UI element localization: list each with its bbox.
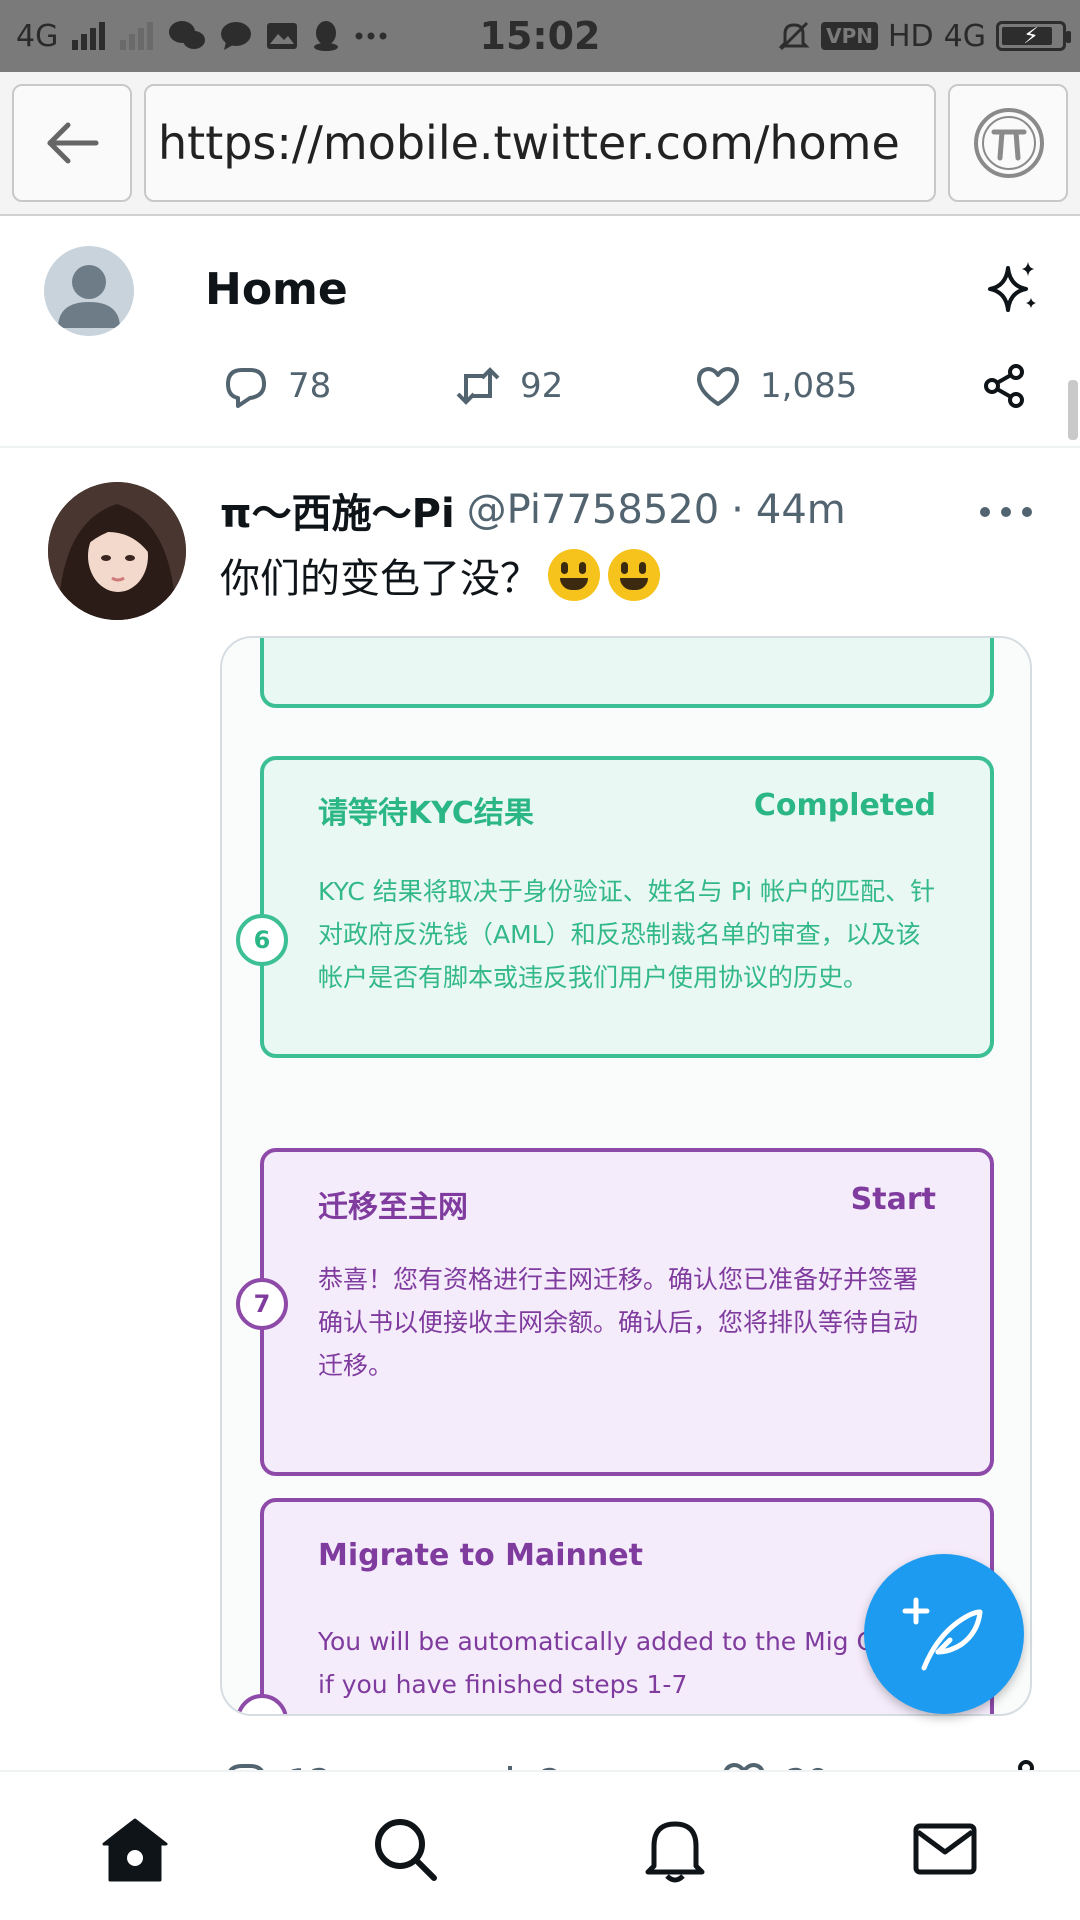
profile-avatar[interactable] (44, 246, 134, 336)
share-icon (1018, 1760, 1034, 1770)
grinning-emoji-icon (608, 549, 660, 601)
default-avatar-icon (58, 265, 120, 328)
share-icon (984, 364, 1024, 408)
separator-dot: · (731, 487, 744, 533)
nav-home[interactable] (100, 1814, 170, 1884)
heart-icon (724, 1762, 764, 1770)
retweet-button[interactable]: 92 (454, 356, 563, 416)
step-status: Completed (753, 788, 936, 823)
hd-label: HD (887, 18, 934, 54)
reply-icon (226, 368, 266, 408)
author-photo (48, 482, 186, 620)
mail-icon (913, 1823, 977, 1875)
sparkle-icon[interactable] (982, 258, 1042, 318)
step-number-badge: 6 (236, 914, 288, 966)
heart-icon (697, 367, 739, 406)
next-tweet-actions-clip: 12 2 29 (0, 1752, 1080, 1770)
network-right-label: 4G (943, 18, 986, 54)
mute-icon (778, 21, 810, 51)
more-button[interactable] (980, 492, 1032, 532)
reply-count: 78 (288, 366, 332, 406)
compose-tweet-button[interactable] (864, 1554, 1024, 1714)
tweet-text: 你们的变色了没？ (220, 546, 660, 604)
pi-browser-button[interactable] (948, 84, 1068, 202)
retweet-icon (508, 1766, 512, 1770)
status-bar: 4G 15:02 VPN HD 4G ⚡ (0, 0, 1080, 72)
search-icon (375, 1819, 437, 1881)
back-button[interactable] (12, 84, 132, 202)
like-button[interactable]: 1,085 (694, 356, 857, 416)
step-card-5 (260, 638, 994, 708)
author-handle[interactable]: @Pi7758520 (467, 487, 720, 533)
prev-tweet-actions: 78 92 1,085 (0, 356, 1080, 416)
divider (0, 446, 1080, 448)
timeline-header: Home (0, 218, 1080, 364)
compose-icon (902, 1597, 983, 1671)
share-button[interactable] (990, 1752, 1038, 1770)
more-icon-dot (1022, 507, 1032, 517)
step-number-badge: 7 (236, 1278, 288, 1330)
step-card-6: 请等待KYC结果 Completed KYC 结果将取决于身份验证、姓名与 Pi… (260, 756, 994, 1058)
step-title: 请等待KYC结果 (318, 796, 534, 831)
arrow-left-icon (47, 122, 99, 164)
step-body: You will be automatically added to the M… (318, 1627, 939, 1699)
reply-icon (228, 1764, 264, 1770)
tweet-text-content: 你们的变色了没？ (220, 556, 540, 602)
step-body: 恭喜！您有资格进行主网迁移。确认您已准备好并签署确认书以便接收主网余额。确认后，… (318, 1265, 919, 1380)
tweet-header: π～西施～Pi @Pi7758520 · 44m (220, 482, 846, 538)
share-button[interactable] (980, 356, 1028, 416)
nav-messages[interactable] (910, 1814, 980, 1884)
retweet-count: 92 (520, 366, 564, 406)
bottom-navigation (0, 1772, 1080, 1920)
nav-search[interactable] (370, 1814, 440, 1884)
home-icon (102, 1818, 168, 1882)
step-title: Migrate to Mainnet (318, 1538, 643, 1573)
reply-count: 12 (288, 1762, 331, 1770)
grinning-emoji-icon (548, 549, 600, 601)
step-body: KYC 结果将取决于身份验证、姓名与 Pi 帐户的匹配、针对政府反洗钱（AML）… (318, 877, 936, 992)
next-tweet-actions: 12 2 29 (0, 1752, 1080, 1770)
like-count: 29 (786, 1762, 829, 1770)
more-icon (980, 507, 990, 517)
vpn-badge: VPN (821, 22, 878, 50)
tweet-author-avatar[interactable] (48, 482, 186, 620)
tweet-media-image[interactable]: 请等待KYC结果 Completed KYC 结果将取决于身份验证、姓名与 Pi… (220, 636, 1032, 1716)
step-title: 迁移至主网 (318, 1190, 468, 1225)
browser-bar: https://mobile.twitter.com/home (0, 72, 1080, 216)
step-card-7: 迁移至主网 Start 恭喜！您有资格进行主网迁移。确认您已准备好并签署确认书以… (260, 1148, 994, 1476)
retweet-icon (456, 367, 500, 405)
like-count: 1,085 (760, 366, 858, 406)
tweet-time[interactable]: 44m (756, 487, 846, 533)
url-text: https://mobile.twitter.com/home (158, 116, 900, 170)
bell-icon (645, 1821, 705, 1883)
reply-button[interactable]: 12 (222, 1752, 331, 1770)
pi-network-icon (974, 108, 1044, 178)
scrollbar[interactable] (1068, 380, 1078, 440)
status-right: VPN HD 4G ⚡ (777, 14, 1071, 58)
step-status: Start (850, 1182, 936, 1217)
retweet-count: 2 (540, 1762, 562, 1770)
battery-icon: ⚡ (996, 21, 1071, 51)
nav-notifications[interactable] (640, 1814, 710, 1884)
like-button[interactable]: 29 (720, 1752, 829, 1770)
author-name[interactable]: π～西施～Pi (220, 481, 455, 539)
more-icon-dot (1001, 507, 1011, 517)
retweet-button[interactable]: 2 (474, 1752, 562, 1770)
page-title: Home (205, 264, 348, 315)
reply-button[interactable]: 78 (222, 356, 331, 416)
url-input[interactable]: https://mobile.twitter.com/home (144, 84, 936, 202)
